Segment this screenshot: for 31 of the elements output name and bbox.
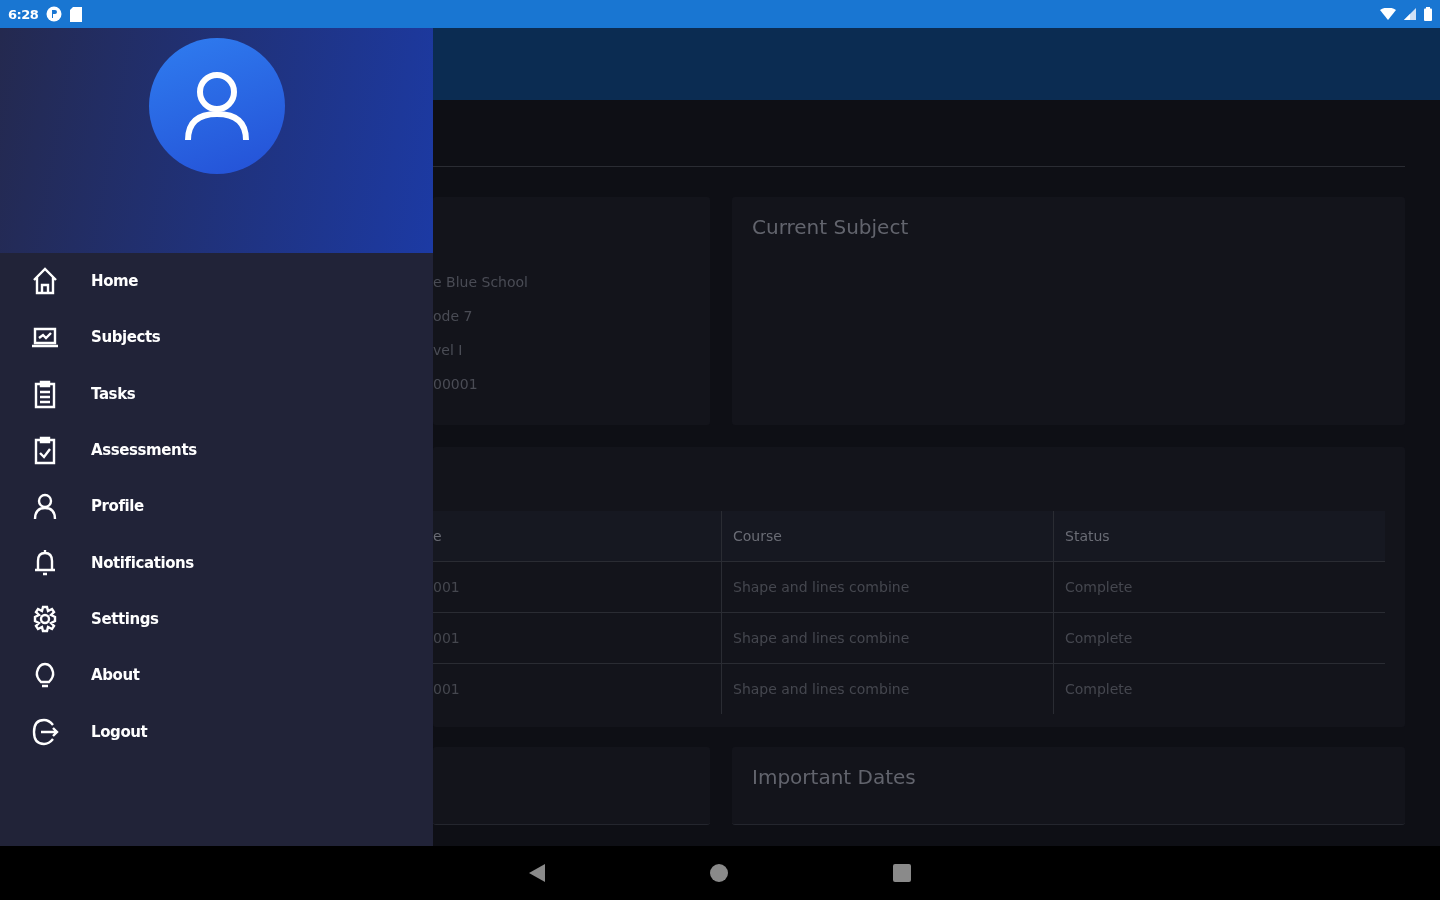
info-text: e Blue School — [433, 273, 528, 292]
drawer-menu-item[interactable]: About — [0, 647, 433, 704]
drawer-menu-item[interactable]: Notifications — [0, 534, 433, 591]
signal-icon — [1404, 8, 1416, 20]
wifi-icon — [1380, 8, 1396, 20]
column-header: Status — [1053, 511, 1385, 561]
logout-icon — [31, 716, 59, 747]
back-icon[interactable] — [529, 864, 545, 882]
drawer-menu-item[interactable]: Logout — [0, 703, 433, 760]
sd-card-icon — [70, 6, 83, 22]
drawer-menu-item[interactable]: Home — [0, 253, 433, 310]
gear-icon — [31, 603, 59, 634]
drawer-menu-item[interactable]: Tasks — [0, 365, 433, 422]
battery-icon — [1424, 7, 1432, 21]
home-icon — [31, 266, 59, 297]
drawer-menu-item[interactable]: Settings — [0, 590, 433, 648]
column-header: e — [433, 527, 443, 546]
card-title: Important Dates — [752, 765, 916, 789]
info-text: vel I — [433, 341, 463, 360]
drawer-menu-item[interactable]: Assessments — [0, 421, 433, 479]
drawer-menu-item[interactable]: Profile — [0, 478, 433, 535]
person-icon — [31, 491, 59, 522]
home-button-icon[interactable] — [710, 864, 728, 882]
status-time: 6:28 — [8, 6, 39, 22]
column-header: Course — [721, 511, 1053, 561]
info-text: 00001 — [433, 375, 478, 394]
person-icon — [183, 70, 250, 142]
app-notification-icon — [46, 6, 63, 22]
info-text: ode 7 — [433, 307, 473, 326]
card-title: Current Subject — [752, 215, 909, 239]
drawer-menu-item[interactable]: Subjects — [0, 309, 433, 366]
